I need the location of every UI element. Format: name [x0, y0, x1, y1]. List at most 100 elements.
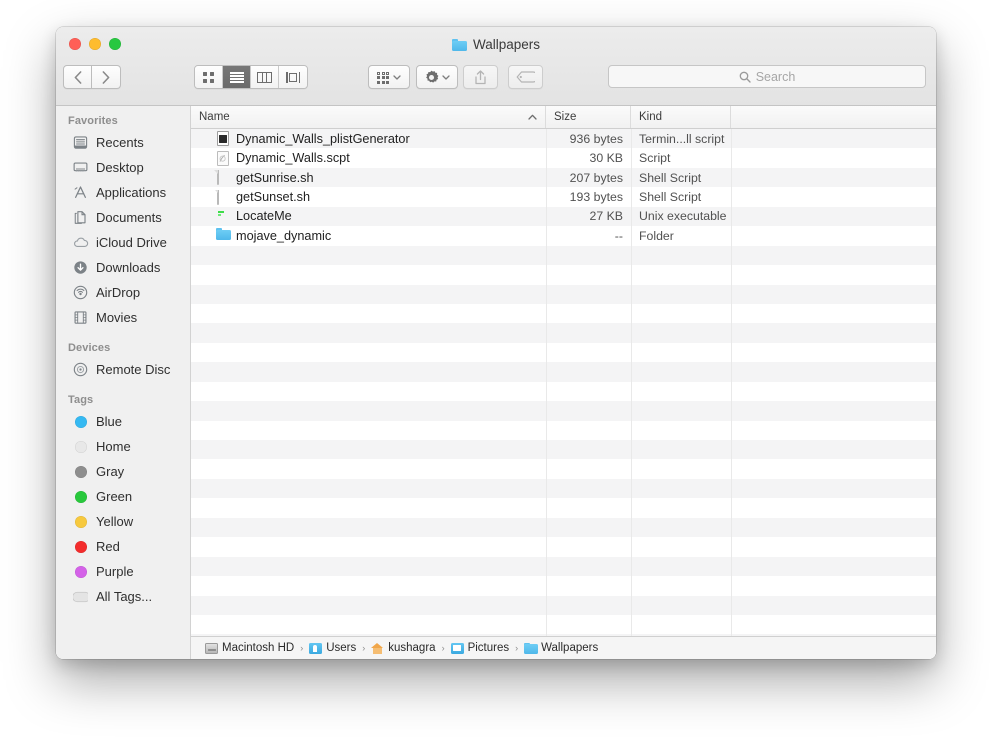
- empty-row[interactable]: [191, 537, 936, 557]
- empty-row[interactable]: [191, 440, 936, 460]
- back-button[interactable]: [63, 65, 92, 89]
- sidebar-item-tag-gray[interactable]: Gray: [56, 459, 190, 484]
- navigation-buttons: [63, 65, 121, 89]
- maximize-button[interactable]: [109, 38, 121, 50]
- sidebar-item-tag-red[interactable]: Red: [56, 534, 190, 559]
- table-row[interactable]: Dynamic_Walls_plistGenerator 936 bytes Ter…: [191, 129, 936, 149]
- column-header-name[interactable]: Name: [191, 106, 546, 128]
- table-row[interactable]: mojave_dynamic -- Folder: [191, 226, 936, 246]
- file-list[interactable]: Dynamic_Walls_plistGenerator 936 bytes Ter…: [191, 129, 936, 636]
- empty-row[interactable]: [191, 284, 936, 304]
- share-button[interactable]: [463, 65, 498, 89]
- close-button[interactable]: [69, 38, 81, 50]
- empty-row[interactable]: [191, 381, 936, 402]
- path-item-users[interactable]: Users: [309, 642, 356, 654]
- path-item-label: kushagra: [388, 642, 436, 654]
- column-header-label: Size: [554, 111, 577, 123]
- tags-button[interactable]: [508, 65, 543, 89]
- forward-button[interactable]: [92, 65, 121, 89]
- path-item-kushagra[interactable]: kushagra: [371, 642, 436, 654]
- table-row[interactable]: getSunset.sh 193 bytes Shell Script: [191, 187, 936, 207]
- file-name-cell[interactable]: getSunrise.sh: [191, 170, 546, 186]
- empty-row[interactable]: [191, 245, 936, 266]
- table-row[interactable]: Dynamic_Walls.scpt 30 KB Script: [191, 148, 936, 168]
- path-separator: ›: [441, 643, 445, 653]
- path-item-label: Users: [326, 642, 357, 654]
- file-name-cell[interactable]: LocateMe: [191, 209, 546, 224]
- file-size-cell: 207 bytes: [569, 170, 623, 185]
- file-kind-cell: Shell Script: [639, 170, 702, 185]
- empty-row[interactable]: [191, 401, 936, 421]
- chevron-left-icon: [74, 70, 81, 84]
- sidebar-item-tag-purple[interactable]: Purple: [56, 559, 190, 584]
- sidebar-item-airdrop[interactable]: AirDrop: [56, 280, 190, 305]
- column-header-kind[interactable]: Kind: [631, 106, 731, 128]
- chevron-right-icon: [102, 70, 110, 84]
- sidebar-item-label: Applications: [96, 185, 167, 200]
- empty-row[interactable]: [191, 517, 936, 538]
- gallery-view-button[interactable]: [279, 66, 307, 88]
- empty-row[interactable]: [191, 614, 936, 635]
- tag-dot-icon: [72, 413, 89, 430]
- blank-document-icon: [216, 170, 219, 186]
- sidebar-header-favorites: Favorites: [68, 115, 118, 127]
- table-row[interactable]: getSunrise.sh 207 bytes Shell Script: [191, 167, 936, 188]
- path-item-pictures[interactable]: Pictures: [450, 642, 509, 654]
- empty-row[interactable]: [191, 576, 936, 596]
- sidebar-item-downloads[interactable]: Downloads: [56, 255, 190, 280]
- sidebar-item-tag-green[interactable]: Green: [56, 484, 190, 509]
- column-view-button[interactable]: [251, 66, 279, 88]
- empty-row[interactable]: [191, 498, 936, 518]
- sidebar-item-tag-blue[interactable]: Blue: [56, 409, 190, 434]
- sidebar-item-icloud-drive[interactable]: iCloud Drive: [56, 230, 190, 255]
- empty-row[interactable]: [191, 323, 936, 343]
- sidebar-item-desktop[interactable]: Desktop: [56, 155, 190, 180]
- empty-row[interactable]: [191, 556, 936, 577]
- sidebar-item-applications[interactable]: Applications: [56, 180, 190, 205]
- sidebar-item-label: Desktop: [96, 160, 144, 175]
- table-row[interactable]: LocateMe 27 KB Unix executable: [191, 206, 936, 227]
- sidebar-item-tag-yellow[interactable]: Yellow: [56, 509, 190, 534]
- file-browser: Name Size Kind Dynamic_Walls_plistGenera…: [191, 106, 936, 659]
- empty-row[interactable]: [191, 459, 936, 479]
- icon-view-button[interactable]: [195, 66, 223, 88]
- sidebar-item-tag-home[interactable]: Home: [56, 434, 190, 459]
- empty-row[interactable]: [191, 420, 936, 440]
- empty-row[interactable]: [191, 303, 936, 324]
- empty-row[interactable]: [191, 478, 936, 499]
- file-name-cell[interactable]: Dynamic_Walls_plistGenerator: [191, 131, 546, 147]
- path-separator: ›: [300, 643, 304, 653]
- path-item-macintosh-hd[interactable]: Macintosh HD: [205, 642, 294, 654]
- minimize-button[interactable]: [89, 38, 101, 50]
- sidebar-item-documents[interactable]: Documents: [56, 205, 190, 230]
- sidebar-item-recents[interactable]: Recents: [56, 130, 190, 155]
- sidebar-item-all-tags[interactable]: All Tags...: [56, 584, 190, 609]
- empty-row[interactable]: [191, 634, 936, 636]
- path-separator: ›: [362, 643, 366, 653]
- empty-row[interactable]: [191, 342, 936, 363]
- remote-disc-icon: [72, 361, 89, 378]
- empty-row[interactable]: [191, 595, 936, 615]
- search-icon: [739, 71, 751, 83]
- sidebar-item-movies[interactable]: Movies: [56, 305, 190, 330]
- list-view-button[interactable]: [223, 66, 251, 88]
- search-input[interactable]: Search: [608, 65, 926, 88]
- sidebar-item-remote-disc[interactable]: Remote Disc: [56, 357, 190, 382]
- sidebar-group-devices: Devices Remote Disc: [56, 342, 190, 382]
- arrange-button[interactable]: [368, 65, 410, 89]
- action-button[interactable]: [416, 65, 458, 89]
- file-name-cell[interactable]: mojave_dynamic: [191, 228, 546, 243]
- window-body: Favorites Recents Desktop Applications D…: [56, 106, 936, 659]
- sidebar-item-label: Gray: [96, 464, 125, 479]
- sidebar-item-label: iCloud Drive: [96, 235, 167, 250]
- file-name-cell[interactable]: getSunset.sh: [191, 189, 546, 205]
- chevron-down-icon: [442, 74, 450, 80]
- column-header-extra[interactable]: [731, 106, 936, 128]
- empty-row[interactable]: [191, 362, 936, 382]
- tag-dot-icon: [72, 563, 89, 580]
- path-item-wallpapers[interactable]: Wallpapers: [524, 642, 598, 654]
- column-header-size[interactable]: Size: [546, 106, 631, 128]
- empty-row[interactable]: [191, 265, 936, 285]
- window-titlebar[interactable]: Wallpapers Search: [56, 27, 936, 106]
- file-name-cell[interactable]: Dynamic_Walls.scpt: [191, 150, 546, 166]
